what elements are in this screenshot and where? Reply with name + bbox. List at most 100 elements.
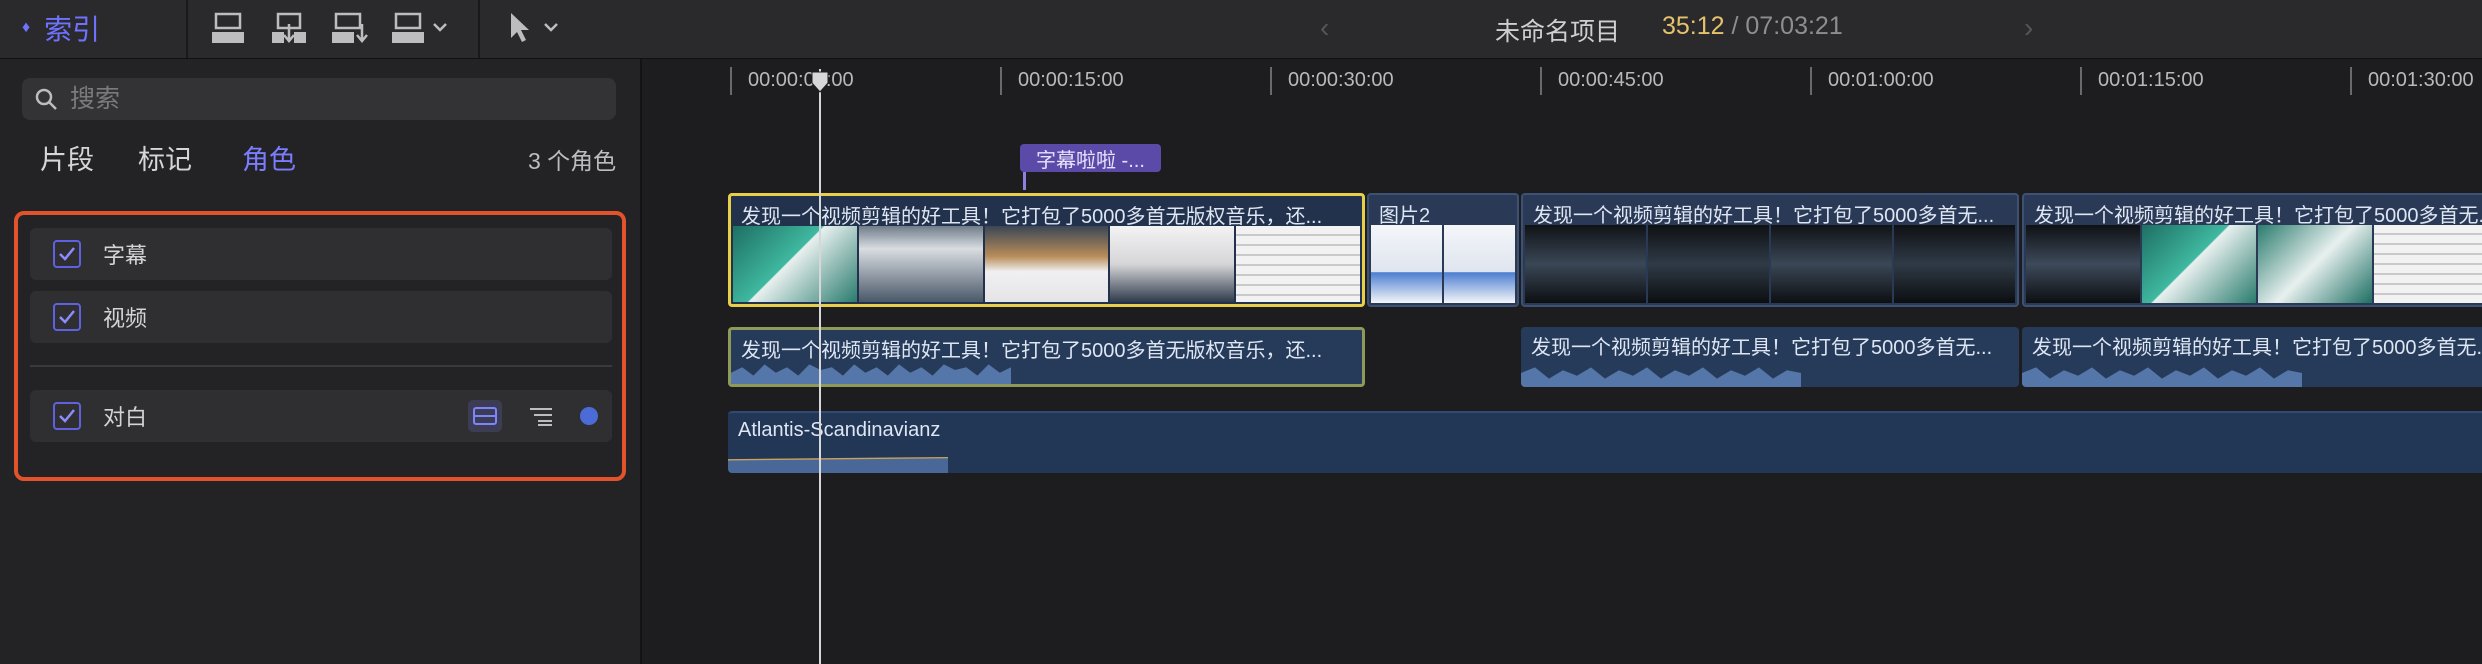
ruler-label: 00:01:15:00 <box>2098 69 2204 91</box>
index-diamond-icon: ♦ <box>22 19 31 36</box>
role-checkbox[interactable] <box>53 303 81 331</box>
video-clip[interactable]: 图片2 <box>1367 193 1519 307</box>
clip-title: 图片2 <box>1379 205 1431 227</box>
clip-title: Atlantis-Scandinavianz <box>738 419 941 441</box>
lanes-icon <box>473 407 497 425</box>
playhead[interactable] <box>819 69 821 664</box>
ruler-tick <box>2350 67 2352 95</box>
tab-roles[interactable]: 角色 <box>242 138 296 177</box>
playhead-handle-icon[interactable] <box>811 71 829 93</box>
index-label: 索引 <box>44 14 101 45</box>
clip-title: 发现一个视频剪辑的好工具！它打包了5000多首无... <box>1533 205 1995 227</box>
index-toggle-button[interactable]: ♦ 索引 <box>22 10 100 46</box>
ruler-label: 00:00:45:00 <box>1558 69 1664 91</box>
ruler-tick <box>1540 67 1542 95</box>
ruler-label: 00:01:30:00 <box>2368 69 2474 91</box>
top-toolbar: ♦ 索引 ‹ 未命名项目 35:12 / 07:03:21 › <box>0 0 2482 59</box>
clip-title: 发现一个视频剪辑的好工具！它打包了5000多首无版权音乐，还... <box>741 206 1323 228</box>
role-label: 视频 <box>103 306 148 331</box>
role-count: 3 个角色 <box>528 148 617 174</box>
role-color-dot[interactable] <box>580 407 598 425</box>
audio-clip[interactable]: 发现一个视频剪辑的好工具！它打包了5000多首无版权音乐，还... <box>728 327 1365 387</box>
thumbnail <box>2026 225 2140 303</box>
insert-clip-icon[interactable] <box>270 8 310 48</box>
role-label: 对白 <box>103 405 148 430</box>
ruler-label: 00:00:00:00 <box>748 69 854 91</box>
thumbnail <box>2142 225 2256 303</box>
clip-filmstrip <box>733 226 1360 302</box>
role-label: 字幕 <box>103 243 148 268</box>
role-checkbox[interactable] <box>53 402 81 430</box>
clip-filmstrip <box>1371 225 1515 303</box>
ruler-label: 00:01:00:00 <box>1828 69 1934 91</box>
connect-clip-icon[interactable] <box>210 8 248 48</box>
thumbnail <box>984 226 1109 302</box>
audio-waveform <box>1521 367 1801 387</box>
checkmark-icon <box>59 247 75 261</box>
clip-title: 发现一个视频剪辑的好工具！它打包了5000多首无... <box>2032 337 2482 359</box>
video-clip[interactable]: 发现一个视频剪辑的好工具！它打包了5000多首无... <box>1521 193 2019 307</box>
ruler-tick <box>2080 67 2082 95</box>
thumbnail <box>1648 225 1769 303</box>
audio-waveform <box>2022 367 2302 387</box>
next-project-button[interactable]: › <box>2024 12 2033 44</box>
show-lanes-button[interactable] <box>468 400 502 432</box>
thumbnail <box>1110 226 1235 302</box>
search-icon <box>35 88 57 110</box>
thumbnail <box>1444 225 1515 303</box>
caption-clip[interactable]: 字幕啦啦 -... <box>1020 144 1161 172</box>
ruler-label: 00:00:30:00 <box>1288 69 1394 91</box>
previous-project-button[interactable]: ‹ <box>1320 12 1329 44</box>
thumbnail <box>1236 226 1360 302</box>
role-divider <box>30 365 612 367</box>
checkmark-icon <box>59 409 75 423</box>
subroles-button[interactable] <box>524 400 558 432</box>
toolbar-divider <box>478 0 480 58</box>
overwrite-clip-icon[interactable] <box>390 8 450 48</box>
toolbar-divider <box>186 0 188 58</box>
ruler-tick <box>1810 67 1812 95</box>
timecode-display: 35:12 / 07:03:21 <box>1662 12 1843 41</box>
video-clip[interactable]: 发现一个视频剪辑的好工具！它打包了5000多首无... <box>2022 193 2482 307</box>
tab-clips[interactable]: 片段 <box>40 138 94 177</box>
thumbnail <box>1371 225 1442 303</box>
thumbnail <box>858 226 983 302</box>
project-title: 未命名项目 <box>1495 18 1621 46</box>
audio-waveform <box>728 456 948 473</box>
select-tool-icon[interactable] <box>505 8 563 48</box>
music-clip[interactable]: Atlantis-Scandinavianz <box>728 411 2482 473</box>
clip-title: 发现一个视频剪辑的好工具！它打包了5000多首无... <box>1531 337 1993 359</box>
thumbnail <box>733 226 857 302</box>
role-row-video[interactable]: 视频 <box>30 291 612 343</box>
role-checkbox[interactable] <box>53 240 81 268</box>
thumbnail <box>2374 225 2482 303</box>
clip-filmstrip <box>1525 225 2015 303</box>
append-clip-icon[interactable] <box>330 8 370 48</box>
subroles-icon <box>530 408 552 426</box>
thumbnail <box>2258 225 2372 303</box>
thumbnail <box>1771 225 1892 303</box>
clip-filmstrip <box>2026 225 2482 303</box>
ruler-tick <box>730 67 732 95</box>
timecode-current: 35:12 <box>1662 12 1725 40</box>
search-field[interactable] <box>22 78 616 120</box>
ruler-label: 00:00:15:00 <box>1018 69 1124 91</box>
video-clip[interactable]: 发现一个视频剪辑的好工具！它打包了5000多首无版权音乐，还... <box>728 193 1365 307</box>
caption-connector <box>1023 172 1026 190</box>
checkmark-icon <box>59 310 75 324</box>
role-row-subtitles[interactable]: 字幕 <box>30 228 612 280</box>
ruler-tick <box>1000 67 1002 95</box>
audio-clip[interactable]: 发现一个视频剪辑的好工具！它打包了5000多首无... <box>1521 327 2019 387</box>
thumbnail <box>1525 225 1646 303</box>
ruler-tick <box>1270 67 1272 95</box>
tab-markers[interactable]: 标记 <box>138 138 192 177</box>
thumbnail <box>1894 225 2015 303</box>
timecode-separator: / <box>1724 12 1746 40</box>
audio-clip[interactable]: 发现一个视频剪辑的好工具！它打包了5000多首无... <box>2022 327 2482 387</box>
timecode-total: 07:03:21 <box>1745 12 1843 40</box>
clip-title: 发现一个视频剪辑的好工具！它打包了5000多首无... <box>2034 205 2482 227</box>
role-row-dialogue[interactable]: 对白 <box>30 390 612 442</box>
search-input[interactable] <box>68 83 592 115</box>
timeline-area[interactable]: 00:00:00:00 00:00:15:00 00:00:30:00 00:0… <box>642 59 2482 664</box>
audio-waveform <box>731 364 1011 384</box>
